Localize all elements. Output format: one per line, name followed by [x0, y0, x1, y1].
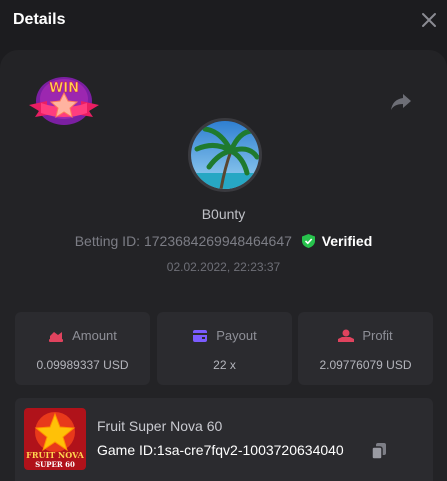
- amount-value: 0.09989337 USD: [36, 358, 129, 372]
- profit-card: Profit 2.09776079 USD: [298, 312, 433, 385]
- avatar: [188, 118, 262, 192]
- close-icon[interactable]: [421, 12, 437, 28]
- game-id-label: Game ID:: [97, 442, 157, 458]
- thumb-title-line1: FRUIT NOVA: [26, 450, 85, 460]
- win-badge-icon: WIN: [29, 77, 99, 125]
- betting-id-value: 1723684269948464647: [143, 233, 292, 249]
- payout-value: 22 x: [213, 358, 236, 372]
- game-card[interactable]: FRUIT NOVA SUPER 60 Fruit Super Nova 60 …: [15, 398, 433, 481]
- payout-card: Payout 22 x: [157, 312, 292, 385]
- amount-icon: [49, 332, 64, 342]
- badge-text: WIN: [49, 81, 79, 96]
- game-name[interactable]: Fruit Super Nova 60: [97, 418, 222, 434]
- copy-icon[interactable]: [371, 442, 387, 460]
- game-thumbnail[interactable]: FRUIT NOVA SUPER 60: [24, 408, 86, 470]
- game-id-row: Game ID:1sa-cre7fqv2-1003720634040: [97, 442, 344, 458]
- profit-label: Profit: [362, 328, 393, 343]
- amount-card: Amount 0.09989337 USD: [15, 312, 150, 385]
- share-icon[interactable]: [390, 93, 412, 111]
- page-title: Details: [13, 11, 66, 28]
- game-id-value: 1sa-cre7fqv2-1003720634040: [156, 442, 344, 458]
- wallet-icon: [193, 330, 208, 342]
- payout-label: Payout: [216, 328, 257, 343]
- username: B0unty: [201, 206, 246, 222]
- amount-label: Amount: [72, 328, 117, 343]
- betting-id-label: Betting ID:: [74, 233, 141, 249]
- verified-shield-icon: [301, 234, 315, 248]
- bet-date: 02.02.2022, 22:23:37: [166, 260, 281, 274]
- details-header: Details: [0, 0, 447, 46]
- thumb-title-line2: SUPER 60: [35, 460, 75, 469]
- betting-id-row: Betting ID: 1723684269948464647 Verified: [0, 233, 447, 249]
- profit-icon: [338, 329, 355, 342]
- verified-label: Verified: [321, 233, 373, 249]
- profit-value: 2.09776079 USD: [319, 358, 412, 372]
